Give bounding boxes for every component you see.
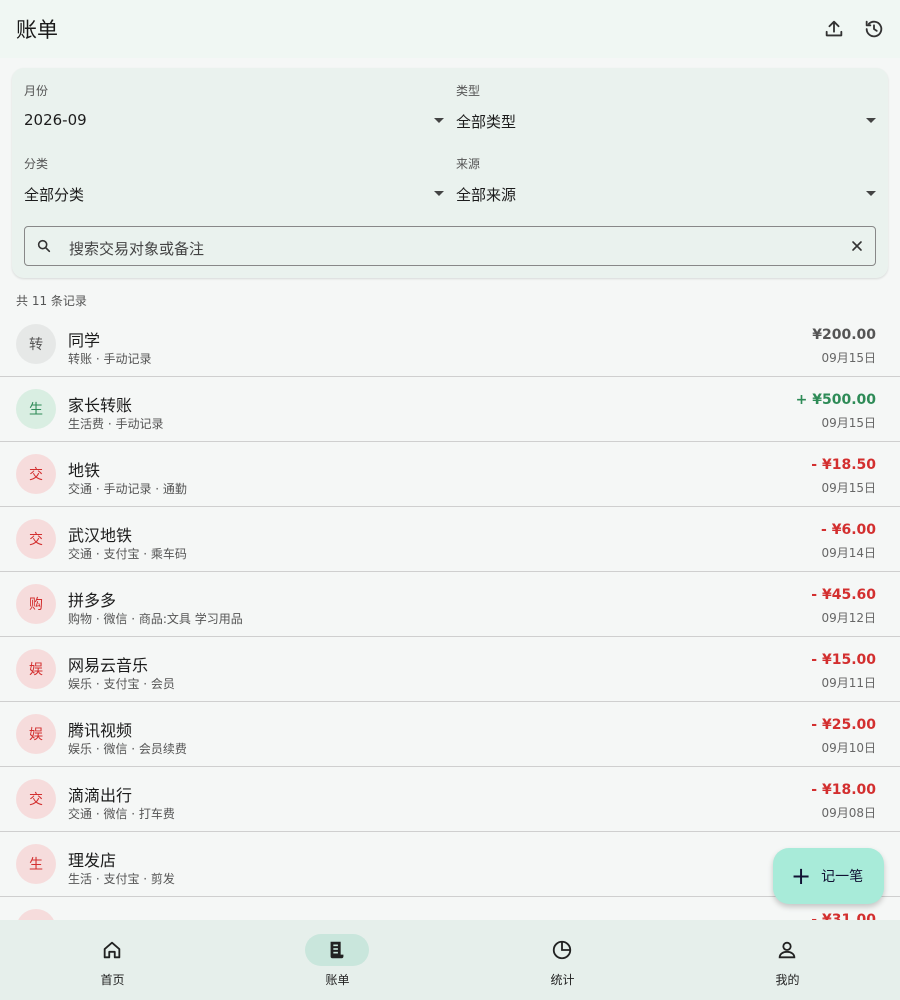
transaction-name: 武汉地铁 bbox=[68, 526, 133, 545]
chevron-down-icon bbox=[866, 118, 876, 123]
history-icon[interactable] bbox=[856, 11, 892, 47]
transaction-name: 同学 bbox=[68, 331, 101, 350]
transaction-row[interactable]: 交地铁交通 · 手动记录 · 通勤 - ¥18.50 09月15日 bbox=[0, 442, 900, 507]
transaction-name: 理发店 bbox=[68, 851, 117, 870]
transaction-list: 转同学 转账 · 手动记录 ¥200.00 09月15日生家长转账 生活费 · 手动记录… bbox=[0, 312, 900, 962]
transaction-row[interactable]: 转同学转账 · 手动记录 ¥200.00 09月15日 bbox=[0, 312, 900, 377]
transaction-amount: - ¥25.00 bbox=[811, 717, 876, 733]
category-value: 全部分类 bbox=[24, 186, 85, 204]
upload-icon[interactable] bbox=[816, 11, 852, 47]
search-input[interactable]: 搜索交易对象或备注 bbox=[24, 226, 876, 266]
nav-item-stats[interactable]: 统计 bbox=[450, 920, 675, 1000]
transaction-details: 交通 · 手动记录 · 通勤 bbox=[68, 482, 187, 496]
transaction-amount: - ¥6.00 bbox=[821, 522, 876, 538]
category-avatar: 生 bbox=[16, 844, 56, 884]
transaction-details: 生活 · 支付宝 · 剪发 bbox=[68, 872, 175, 886]
source-value: 全部来源 bbox=[456, 186, 517, 204]
page-title: 账单 bbox=[16, 18, 58, 42]
transaction-details: 生活费 · 手动记录 bbox=[68, 417, 164, 431]
transaction-name: 滴滴出行 bbox=[68, 786, 133, 805]
month-value: 2026-09 bbox=[24, 111, 87, 129]
category-avatar: 购 bbox=[16, 584, 56, 624]
type-label: 类型 bbox=[456, 84, 481, 98]
transaction-date: 09月10日 bbox=[821, 741, 876, 755]
top-bar-actions bbox=[816, 11, 892, 47]
transaction-row[interactable]: 生家长转账生活费 · 手动记录 + ¥500.00 09月15日 bbox=[0, 377, 900, 442]
transaction-date: 09月08日 bbox=[821, 806, 876, 820]
chevron-down-icon bbox=[866, 191, 876, 196]
nav-label: 首页 bbox=[100, 973, 125, 987]
transaction-details: 娱乐 · 支付宝 · 会员 bbox=[68, 677, 175, 691]
transaction-details: 娱乐 · 微信 · 会员续费 bbox=[68, 742, 187, 756]
transaction-amount: - ¥45.60 bbox=[811, 587, 876, 603]
nav-label: 我的 bbox=[775, 973, 800, 987]
bottom-navigation: 首页 账单 统计 我的 bbox=[0, 920, 900, 1000]
transaction-name: 腾讯视频 bbox=[68, 721, 133, 740]
add-record-label: 记一笔 bbox=[821, 869, 864, 885]
transaction-amount: - ¥18.00 bbox=[811, 782, 876, 798]
add-record-button[interactable]: + 记一笔 bbox=[773, 848, 884, 904]
transaction-date: 09月11日 bbox=[821, 676, 876, 690]
transaction-date: 09月15日 bbox=[821, 416, 876, 430]
home-icon bbox=[80, 934, 144, 966]
source-dropdown[interactable]: 来源 全部来源 bbox=[456, 141, 876, 204]
chevron-down-icon bbox=[434, 191, 444, 196]
month-dropdown[interactable]: 月份 2026-09 bbox=[24, 68, 444, 129]
transaction-row[interactable]: 交武汉地铁交通 · 支付宝 · 乘车码 - ¥6.00 09月14日 bbox=[0, 507, 900, 572]
plus-icon: + bbox=[791, 862, 812, 890]
close-icon[interactable] bbox=[849, 238, 865, 254]
person-icon bbox=[755, 934, 819, 966]
month-label: 月份 bbox=[24, 84, 49, 98]
nav-label: 账单 bbox=[325, 973, 350, 987]
transaction-amount: + ¥500.00 bbox=[795, 392, 876, 408]
search-icon bbox=[37, 239, 51, 253]
transaction-row[interactable]: 生理发店生活 · 支付宝 · 剪发 bbox=[0, 832, 900, 897]
record-count: 共 11 条记录 bbox=[16, 294, 87, 308]
chevron-down-icon bbox=[434, 118, 444, 123]
transaction-date: 09月15日 bbox=[821, 351, 876, 365]
transaction-amount: ¥200.00 bbox=[812, 327, 876, 343]
transaction-row[interactable]: 交滴滴出行交通 · 微信 · 打车费 - ¥18.00 09月08日 bbox=[0, 767, 900, 832]
category-avatar: 交 bbox=[16, 779, 56, 819]
transaction-details: 购物 · 微信 · 商品:文具 学习用品 bbox=[68, 612, 243, 626]
nav-item-bills[interactable]: 账单 bbox=[225, 920, 450, 1000]
transaction-amount: - ¥15.00 bbox=[811, 652, 876, 668]
transaction-details: 交通 · 微信 · 打车费 bbox=[68, 807, 175, 821]
transaction-date: 09月12日 bbox=[821, 611, 876, 625]
transaction-name: 拼多多 bbox=[68, 591, 117, 610]
type-dropdown[interactable]: 类型 全部类型 bbox=[456, 68, 876, 131]
category-label: 分类 bbox=[24, 157, 49, 171]
category-avatar: 娱 bbox=[16, 649, 56, 689]
category-avatar: 交 bbox=[16, 519, 56, 559]
transaction-amount: - ¥18.50 bbox=[811, 457, 876, 473]
filter-card: 月份 2026-09 类型 全部类型 分类 全部分类 来源 全部来源 搜索交易对… bbox=[12, 68, 888, 278]
nav-item-me[interactable]: 我的 bbox=[675, 920, 900, 1000]
transaction-name: 地铁 bbox=[68, 461, 101, 480]
transaction-name: 网易云音乐 bbox=[68, 656, 149, 675]
category-avatar: 转 bbox=[16, 324, 56, 364]
category-avatar: 娱 bbox=[16, 714, 56, 754]
transaction-row[interactable]: 购拼多多购物 · 微信 · 商品:文具 学习用品 - ¥45.60 09月12日 bbox=[0, 572, 900, 637]
receipt-icon bbox=[305, 934, 369, 966]
transaction-details: 转账 · 手动记录 bbox=[68, 352, 152, 366]
source-label: 来源 bbox=[456, 157, 481, 171]
transaction-date: 09月15日 bbox=[821, 481, 876, 495]
transaction-row[interactable]: 娱网易云音乐娱乐 · 支付宝 · 会员 - ¥15.00 09月11日 bbox=[0, 637, 900, 702]
category-dropdown[interactable]: 分类 全部分类 bbox=[24, 141, 444, 204]
nav-label: 统计 bbox=[550, 973, 575, 987]
type-value: 全部类型 bbox=[456, 113, 517, 131]
pie-chart-icon bbox=[530, 934, 594, 966]
category-avatar: 生 bbox=[16, 389, 56, 429]
transaction-name: 家长转账 bbox=[68, 396, 133, 415]
nav-item-home[interactable]: 首页 bbox=[0, 920, 225, 1000]
transaction-details: 交通 · 支付宝 · 乘车码 bbox=[68, 547, 187, 561]
transaction-row[interactable]: 娱腾讯视频娱乐 · 微信 · 会员续费 - ¥25.00 09月10日 bbox=[0, 702, 900, 767]
category-avatar: 交 bbox=[16, 454, 56, 494]
search-placeholder: 搜索交易对象或备注 bbox=[69, 240, 205, 258]
transaction-date: 09月14日 bbox=[821, 546, 876, 560]
top-app-bar: 账单 bbox=[0, 0, 900, 58]
